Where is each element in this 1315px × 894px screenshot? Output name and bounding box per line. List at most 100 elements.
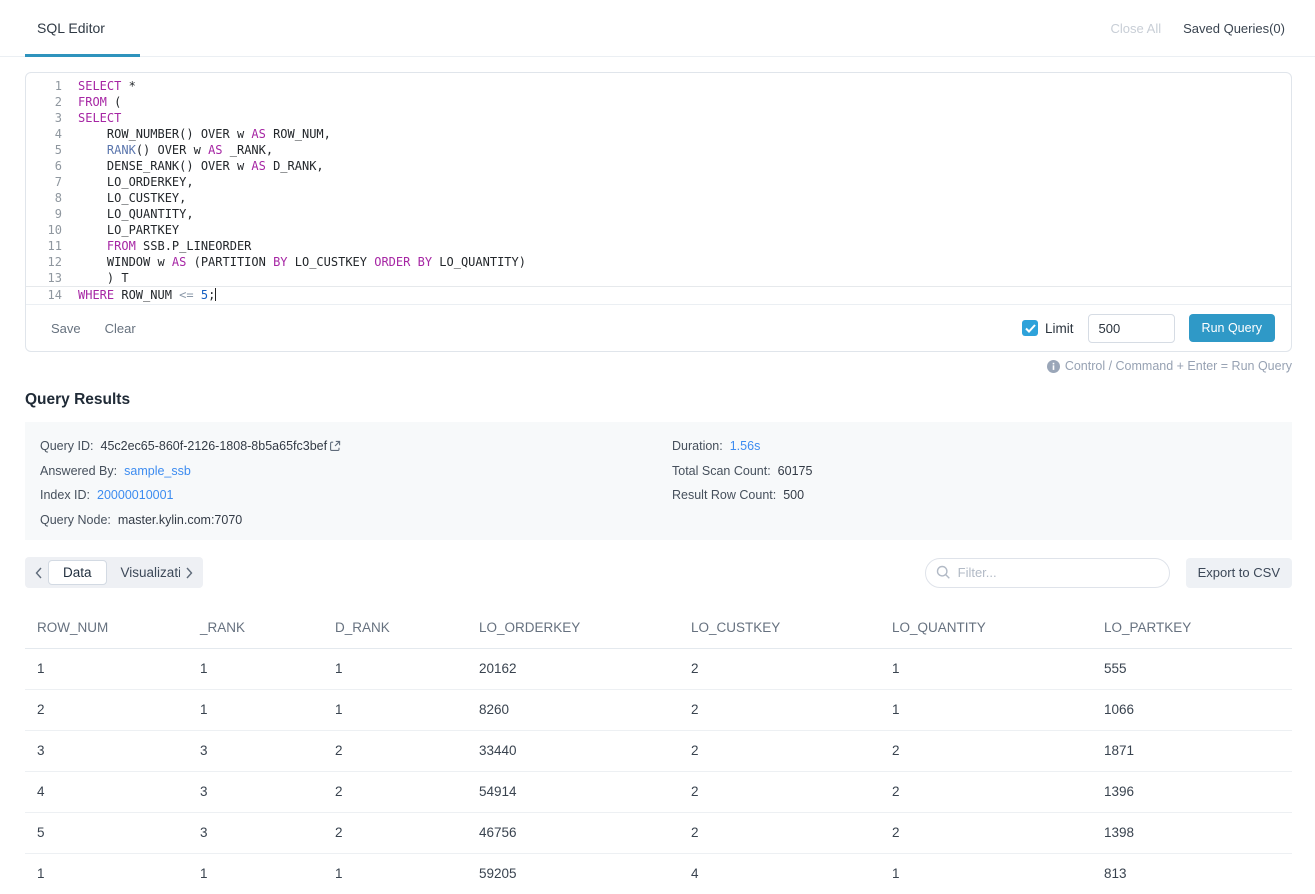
table-cell: 1871 (1092, 730, 1292, 771)
code-line: 13 ) T (26, 270, 1291, 286)
query-results-table: ROW_NUM_RANKD_RANKLO_ORDERKEYLO_CUSTKEYL… (25, 608, 1292, 894)
line-number: 2 (26, 94, 72, 110)
query-info-row: Answered By: sample_ssb (40, 459, 341, 484)
table-header-row: ROW_NUM_RANKD_RANKLO_ORDERKEYLO_CUSTKEYL… (25, 608, 1292, 648)
table-cell: 2 (679, 730, 880, 771)
query-info-value: master.kylin.com:7070 (118, 513, 242, 527)
run-query-hint-text: Control / Command + Enter = Run Query (1065, 359, 1292, 373)
query-info-label: Answered By: (40, 464, 117, 478)
query-info-label: Result Row Count: (672, 488, 776, 502)
run-query-button[interactable]: Run Query (1189, 314, 1275, 342)
table-cell: 4 (679, 853, 880, 894)
column-header: D_RANK (323, 608, 467, 648)
table-cell: 46756 (467, 812, 679, 853)
code-line-text: FROM ( (72, 94, 121, 110)
code-line: 9 LO_QUANTITY, (26, 206, 1291, 222)
table-cell: 1 (880, 648, 1092, 689)
table-cell: 1398 (1092, 812, 1292, 853)
check-icon (1025, 324, 1036, 333)
query-info-row: Total Scan Count:60175 (672, 459, 812, 484)
code-line: 1SELECT * (26, 78, 1291, 94)
editor-tabbar: SQL Editor Close All Saved Queries(0) (0, 0, 1315, 57)
table-cell: 59205 (467, 853, 679, 894)
chevron-left-icon[interactable] (32, 567, 46, 579)
code-line-text: LO_ORDERKEY, (72, 174, 194, 190)
query-info-label: Query Node: (40, 513, 111, 527)
code-line-text: ) T (72, 270, 129, 286)
run-query-hint: Control / Command + Enter = Run Query (1047, 359, 1292, 373)
table-cell: 2 (323, 730, 467, 771)
table-cell: 2 (880, 771, 1092, 812)
sql-code-editor[interactable]: 1SELECT *2FROM (3SELECT4 ROW_NUMBER() OV… (26, 73, 1291, 304)
results-tab-visualization[interactable]: Visualization (107, 560, 180, 585)
query-info-value[interactable]: sample_ssb (124, 464, 191, 478)
query-info-value: 500 (783, 488, 804, 502)
table-row: 43254914221396 (25, 771, 1292, 812)
chevron-right-icon[interactable] (182, 567, 196, 579)
query-info-value[interactable]: 20000010001 (97, 488, 173, 502)
limit-checkbox[interactable] (1022, 320, 1038, 336)
code-line-text: LO_PARTKEY (72, 222, 179, 238)
query-info-label: Index ID: (40, 488, 90, 502)
line-number: 7 (26, 174, 72, 190)
table-cell: 1396 (1092, 771, 1292, 812)
column-header: LO_QUANTITY (880, 608, 1092, 648)
line-number: 12 (26, 254, 72, 270)
query-info-panel: Query ID:45c2ec65-860f-2126-1808-8b5a65f… (25, 422, 1292, 540)
table-cell: 1 (188, 648, 323, 689)
table-row: 53246756221398 (25, 812, 1292, 853)
tab-sql-editor[interactable]: SQL Editor (25, 1, 140, 57)
filter-input[interactable] (925, 558, 1170, 588)
table-row: 1112016221555 (25, 648, 1292, 689)
table-cell: 1 (188, 853, 323, 894)
run-controls: Limit Run Query (1022, 314, 1275, 343)
results-tab-data[interactable]: Data (48, 560, 107, 585)
limit-input[interactable] (1088, 314, 1175, 343)
editor-toolbar: Save Clear Limit Run Query (26, 304, 1291, 351)
column-header: LO_PARTKEY (1092, 608, 1292, 648)
table-cell: 8260 (467, 689, 679, 730)
query-results-title: Query Results (25, 391, 130, 409)
text-cursor (215, 288, 216, 301)
info-icon (1047, 360, 1060, 373)
close-all-button[interactable]: Close All (1111, 21, 1162, 36)
table-cell: 1 (25, 648, 188, 689)
query-info-value[interactable]: 1.56s (730, 439, 761, 453)
code-line: 3SELECT (26, 110, 1291, 126)
code-line-text: FROM SSB.P_LINEORDER (72, 238, 251, 254)
code-line-text: WINDOW w AS (PARTITION BY LO_CUSTKEY ORD… (72, 254, 526, 270)
code-line: 12 WINDOW w AS (PARTITION BY LO_CUSTKEY … (26, 254, 1291, 270)
saved-queries-button[interactable]: Saved Queries(0) (1183, 21, 1285, 36)
code-line-text: SELECT (72, 110, 121, 126)
export-to-csv-button[interactable]: Export to CSV (1186, 558, 1292, 588)
save-button[interactable]: Save (51, 321, 81, 336)
table-cell: 1066 (1092, 689, 1292, 730)
column-header: _RANK (188, 608, 323, 648)
code-line: 14WHERE ROW_NUM <= 5; (26, 286, 1291, 303)
table-cell: 2 (323, 812, 467, 853)
table-cell: 2 (679, 648, 880, 689)
query-info-row: Query Node: master.kylin.com:7070 (40, 508, 341, 533)
query-info-row: Index ID: 20000010001 (40, 483, 341, 508)
code-line: 11 FROM SSB.P_LINEORDER (26, 238, 1291, 254)
line-number: 5 (26, 142, 72, 158)
external-link-icon[interactable] (329, 440, 341, 452)
code-line-text: LO_CUSTKEY, (72, 190, 186, 206)
table-cell: 2 (679, 812, 880, 853)
line-number: 14 (26, 287, 72, 303)
table-cell: 3 (188, 771, 323, 812)
table-cell: 3 (25, 730, 188, 771)
table-cell: 1 (323, 648, 467, 689)
code-line: 2FROM ( (26, 94, 1291, 110)
column-header: LO_ORDERKEY (467, 608, 679, 648)
table-cell: 1 (323, 853, 467, 894)
clear-button[interactable]: Clear (105, 321, 136, 336)
code-line-text: LO_QUANTITY, (72, 206, 194, 222)
table-cell: 54914 (467, 771, 679, 812)
query-info-label: Query ID: (40, 439, 94, 453)
line-number: 11 (26, 238, 72, 254)
query-info-row: Duration:1.56s (672, 434, 812, 459)
table-cell: 2 (679, 689, 880, 730)
line-number: 4 (26, 126, 72, 142)
line-number: 9 (26, 206, 72, 222)
